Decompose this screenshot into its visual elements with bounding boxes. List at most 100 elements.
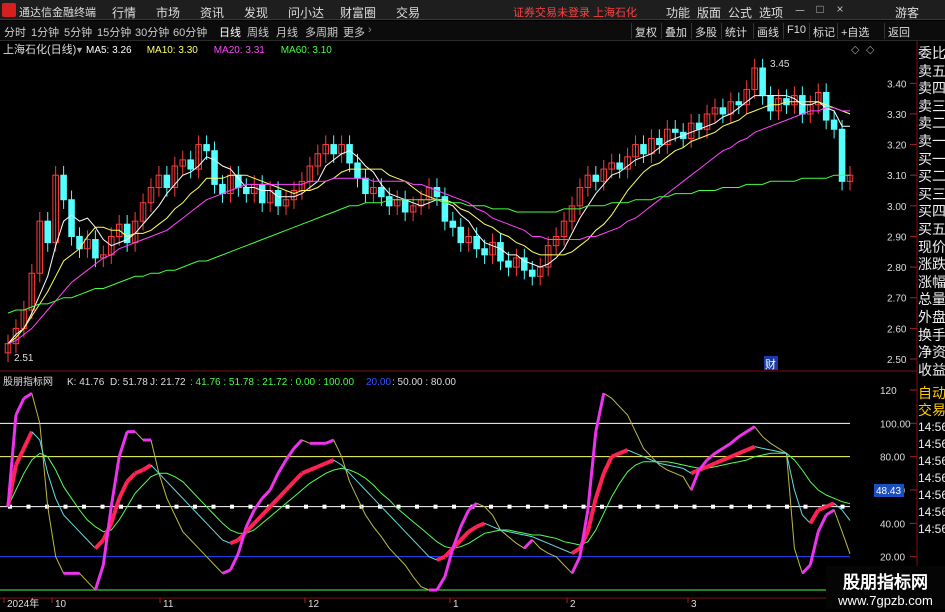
menu-shichang[interactable]: 市场: [156, 4, 180, 21]
price-tick-label: 2.60: [887, 324, 907, 335]
kline-chart[interactable]: 上海石化(日线) ▼ MA5: 3.26 MA10: 3.30 MA20: 3.31…: [0, 41, 945, 610]
tab-30min[interactable]: 30分钟: [135, 24, 169, 40]
chevron-right-icon: ›: [368, 24, 372, 36]
candle-body: [497, 242, 504, 262]
ma-legend-2: MA20: 3.31: [214, 45, 266, 56]
fin-marker[interactable]: 财: [765, 357, 776, 371]
side-label-1: 卖五: [918, 62, 945, 79]
btn-fuquan[interactable]: 复权: [631, 23, 660, 39]
dot-marker: [489, 504, 493, 509]
tdx-logo-icon: [2, 3, 16, 17]
candle-body: [346, 144, 353, 164]
sub-mid: 20.00: [366, 377, 391, 388]
high-price-label: 3.45: [770, 59, 790, 70]
sub-values: : 41.76 : 51.78 : 21.72 : 0.00 : 100.00: [190, 377, 354, 388]
sub-tick-label: 120: [880, 386, 897, 397]
dot-marker: [563, 504, 567, 509]
menu-gongshi[interactable]: 公式: [728, 4, 752, 21]
candle-body: [473, 235, 480, 250]
user-guest[interactable]: 游客: [895, 4, 919, 21]
candle-body: [330, 144, 337, 155]
tab-multi-period[interactable]: 多周期: [305, 24, 338, 40]
candle-body: [163, 174, 171, 188]
candle-body: [60, 174, 67, 201]
tab-more[interactable]: 更多: [343, 24, 365, 40]
dot-marker: [26, 504, 31, 509]
price-tick-label: 2.80: [887, 263, 907, 274]
dot-marker: [341, 504, 345, 509]
candle-body: [505, 260, 512, 268]
price-tick-label: 2.90: [887, 232, 907, 243]
low-price-label: 2.51: [14, 353, 34, 364]
candle-body: [219, 183, 226, 195]
dropdown-icon[interactable]: ▼: [75, 45, 84, 55]
diamond-icon[interactable]: ◇: [851, 44, 860, 56]
time-tick-label: 10: [55, 599, 67, 609]
sub-tick-label: 80.00: [880, 453, 905, 464]
maximize-button[interactable]: □: [813, 2, 827, 17]
candle-body: [449, 220, 457, 228]
dot-marker: [100, 504, 105, 509]
menu-bar: 通达信金融终端 行情 市场 资讯 发现 问小达 财富圈 交易 证券交易未登录 上…: [0, 0, 945, 20]
expand-icon[interactable]: ◇: [866, 44, 875, 56]
dot-marker: [655, 504, 660, 509]
dot-marker: [322, 504, 327, 509]
chart-area[interactable]: 上海石化(日线) ▼ MA5: 3.26 MA10: 3.30 MA20: 3.31…: [0, 41, 945, 610]
btn-f10[interactable]: F10: [783, 23, 809, 39]
candle-body: [592, 174, 600, 182]
candle-body: [258, 183, 266, 204]
dot-marker: [674, 504, 678, 509]
side-label-6: 买一: [918, 150, 945, 167]
minimize-button[interactable]: －: [793, 2, 807, 18]
dot-marker: [304, 504, 308, 509]
candle-body: [830, 119, 838, 130]
side-label-2: 卖四: [918, 80, 945, 97]
menu-xuanxiang[interactable]: 选项: [759, 4, 783, 21]
tab-fenshi[interactable]: 分时: [4, 24, 26, 40]
menu-zixun[interactable]: 资讯: [200, 4, 224, 21]
btn-biaoji[interactable]: 标记: [809, 23, 838, 39]
tab-1min[interactable]: 1分钟: [31, 24, 59, 40]
btn-duogu[interactable]: 多股: [691, 23, 720, 39]
btn-diejia[interactable]: 叠加: [661, 23, 690, 39]
menu-hangqing[interactable]: 行情: [112, 4, 136, 21]
btn-huaxian[interactable]: 画线: [753, 23, 782, 39]
dot-marker: [507, 504, 512, 509]
side-label-13: 涨幅: [918, 273, 945, 290]
btn-tongji[interactable]: 统计: [721, 23, 750, 39]
side-label-7: 买二: [918, 168, 945, 185]
price-tick-label: 3.10: [887, 171, 907, 182]
menu-caifuquan[interactable]: 财富圈: [340, 4, 376, 21]
stock-label: 上海石化(日线): [3, 42, 76, 56]
btn-fanhui[interactable]: 返回: [884, 23, 913, 39]
side2-label-8: 14:56: [918, 522, 945, 536]
candle-body: [235, 174, 242, 188]
tab-15min[interactable]: 15分钟: [97, 24, 131, 40]
candle-body: [759, 67, 766, 97]
dot-marker: [285, 504, 290, 509]
ma-legend-0: MA5: 3.26: [86, 45, 132, 56]
btn-add-watchlist[interactable]: +自选: [837, 23, 872, 39]
close-button[interactable]: ×: [833, 2, 847, 17]
price-tick-label: 3.40: [887, 79, 907, 90]
tab-monthly[interactable]: 月线: [276, 24, 298, 40]
menu-banmian[interactable]: 版面: [697, 4, 721, 21]
tab-weekly[interactable]: 周线: [247, 24, 269, 40]
menu-jiaoyi[interactable]: 交易: [396, 4, 420, 21]
candle-body: [433, 186, 441, 198]
tab-daily[interactable]: 日线: [219, 24, 241, 40]
ma-legend-3: MA60: 3.10: [281, 45, 333, 56]
candle-body: [656, 137, 663, 146]
tab-5min[interactable]: 5分钟: [64, 24, 92, 40]
sub-tick-label: 40.00: [880, 519, 905, 530]
time-tick-label: 11: [163, 599, 174, 609]
menu-wenxiaoda[interactable]: 问小达: [288, 4, 324, 21]
time-tick-label: 12: [308, 599, 320, 609]
candle-body: [386, 196, 393, 207]
menu-gongneng[interactable]: 功能: [666, 4, 690, 21]
menu-faxian[interactable]: 发现: [244, 4, 268, 21]
tab-60min[interactable]: 60分钟: [173, 24, 207, 40]
candle-body: [187, 159, 194, 170]
sub-tick-label: 100.00: [880, 419, 911, 430]
login-notice[interactable]: 证券交易未登录 上海石化: [513, 4, 637, 20]
